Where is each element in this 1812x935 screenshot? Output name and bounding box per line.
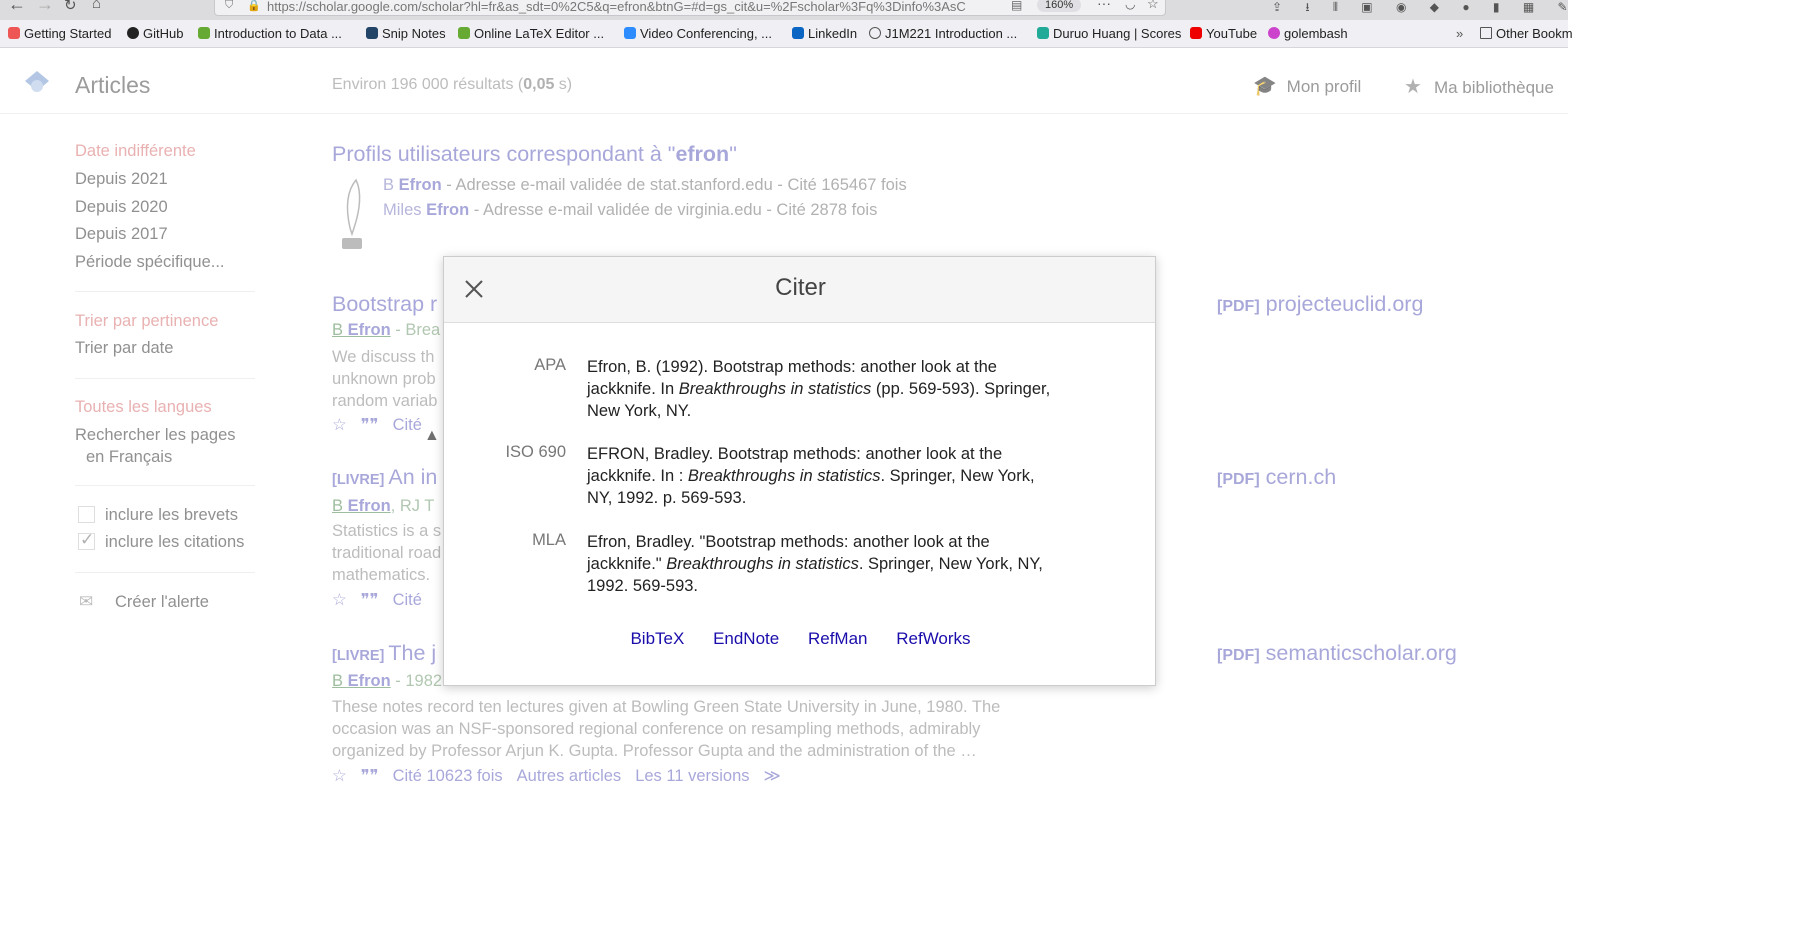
bookmark-duruo[interactable]: Duruo Huang | Scores [1037, 26, 1181, 41]
bookmark-snip-notes[interactable]: Snip Notes [366, 26, 446, 41]
url-text[interactable]: https://scholar.google.com/scholar?hl=fr… [267, 0, 966, 14]
folder-icon [1480, 27, 1492, 39]
zoom-level[interactable]: 160% [1037, 0, 1082, 12]
bookmark-video[interactable]: Video Conferencing, ... [624, 26, 772, 41]
cite-dialog: Citer APA Efron, B. (1992). Bootstrap me… [443, 256, 1156, 686]
lock-icon: 🔒 [247, 0, 261, 12]
more-icon[interactable]: ··· [1097, 0, 1111, 11]
github-icon [127, 27, 139, 39]
browser-toolbar: ← → ↻ ⌂ ⛉ 🔒 https://scholar.google.com/s… [0, 0, 1568, 20]
home-icon[interactable]: ⌂ [92, 0, 101, 12]
bookmarks-overflow-icon[interactable]: » [1456, 26, 1463, 41]
export-refman-link[interactable]: RefMan [808, 629, 868, 648]
export-endnote-link[interactable]: EndNote [713, 629, 779, 648]
url-bar[interactable]: ⛉ 🔒 https://scholar.google.com/scholar?h… [214, 0, 1166, 16]
dialog-title: Citer [775, 274, 826, 301]
citation-style-label: ISO 690 [505, 443, 566, 461]
bookmark-latex[interactable]: Online LaTeX Editor ... [458, 26, 604, 41]
snip-icon [366, 27, 378, 39]
forward-icon[interactable]: → [36, 0, 54, 15]
bookmark-getting-started[interactable]: Getting Started [8, 26, 111, 41]
bookmark-j1m221[interactable]: J1M221 Introduction ... [869, 26, 1017, 41]
bookmark-linkedin[interactable]: LinkedIn [792, 26, 857, 41]
bookmark-other[interactable]: Other Bookm [1480, 26, 1573, 41]
citation-style-label: APA [534, 356, 566, 374]
export-links: BibTeX EndNote RefMan RefWorks [444, 629, 1157, 649]
citation-text[interactable]: EFRON, Bradley. Bootstrap methods: anoth… [587, 443, 1097, 509]
bookmark-github[interactable]: GitHub [127, 26, 183, 41]
firefox-icon [8, 27, 20, 39]
bookmarks-bar: Getting Started GitHub Introduction to D… [0, 20, 1573, 48]
export-refworks-link[interactable]: RefWorks [896, 629, 970, 648]
star-bookmark-icon[interactable]: ☆ [1147, 0, 1159, 12]
pocket-icon[interactable]: ◡ [1125, 0, 1135, 11]
export-bibtex-link[interactable]: BibTeX [630, 629, 684, 648]
dialog-header: Citer [444, 257, 1155, 323]
zoom-icon [624, 27, 636, 39]
back-icon[interactable]: ← [8, 0, 26, 15]
citation-text[interactable]: Efron, B. (1992). Bootstrap methods: ano… [587, 356, 1097, 422]
globe-icon [869, 27, 881, 39]
shield-icon: ⛉ [225, 0, 234, 11]
bookmark-golembash[interactable]: golembash [1268, 26, 1348, 41]
citation-style-label: MLA [532, 531, 566, 549]
youtube-icon [1190, 27, 1202, 39]
bookmark-intro-data[interactable]: Introduction to Data ... [198, 26, 342, 41]
toolbar-icons[interactable]: ⇪ ⭳ ⫴ ▣ ◉ ◆ ● ▮ ▦ ✎ ◐ [1272, 0, 1568, 19]
leaf-icon [198, 27, 210, 39]
golem-icon [1268, 27, 1280, 39]
gradescope-icon [1037, 27, 1049, 39]
citation-text[interactable]: Efron, Bradley. "Bootstrap methods: anot… [587, 531, 1097, 597]
linkedin-icon [792, 27, 804, 39]
reload-icon[interactable]: ↻ [64, 0, 77, 14]
leaf-icon [458, 27, 470, 39]
bookmark-youtube[interactable]: YouTube [1190, 26, 1257, 41]
reader-icon[interactable]: ▤ [1011, 0, 1022, 12]
